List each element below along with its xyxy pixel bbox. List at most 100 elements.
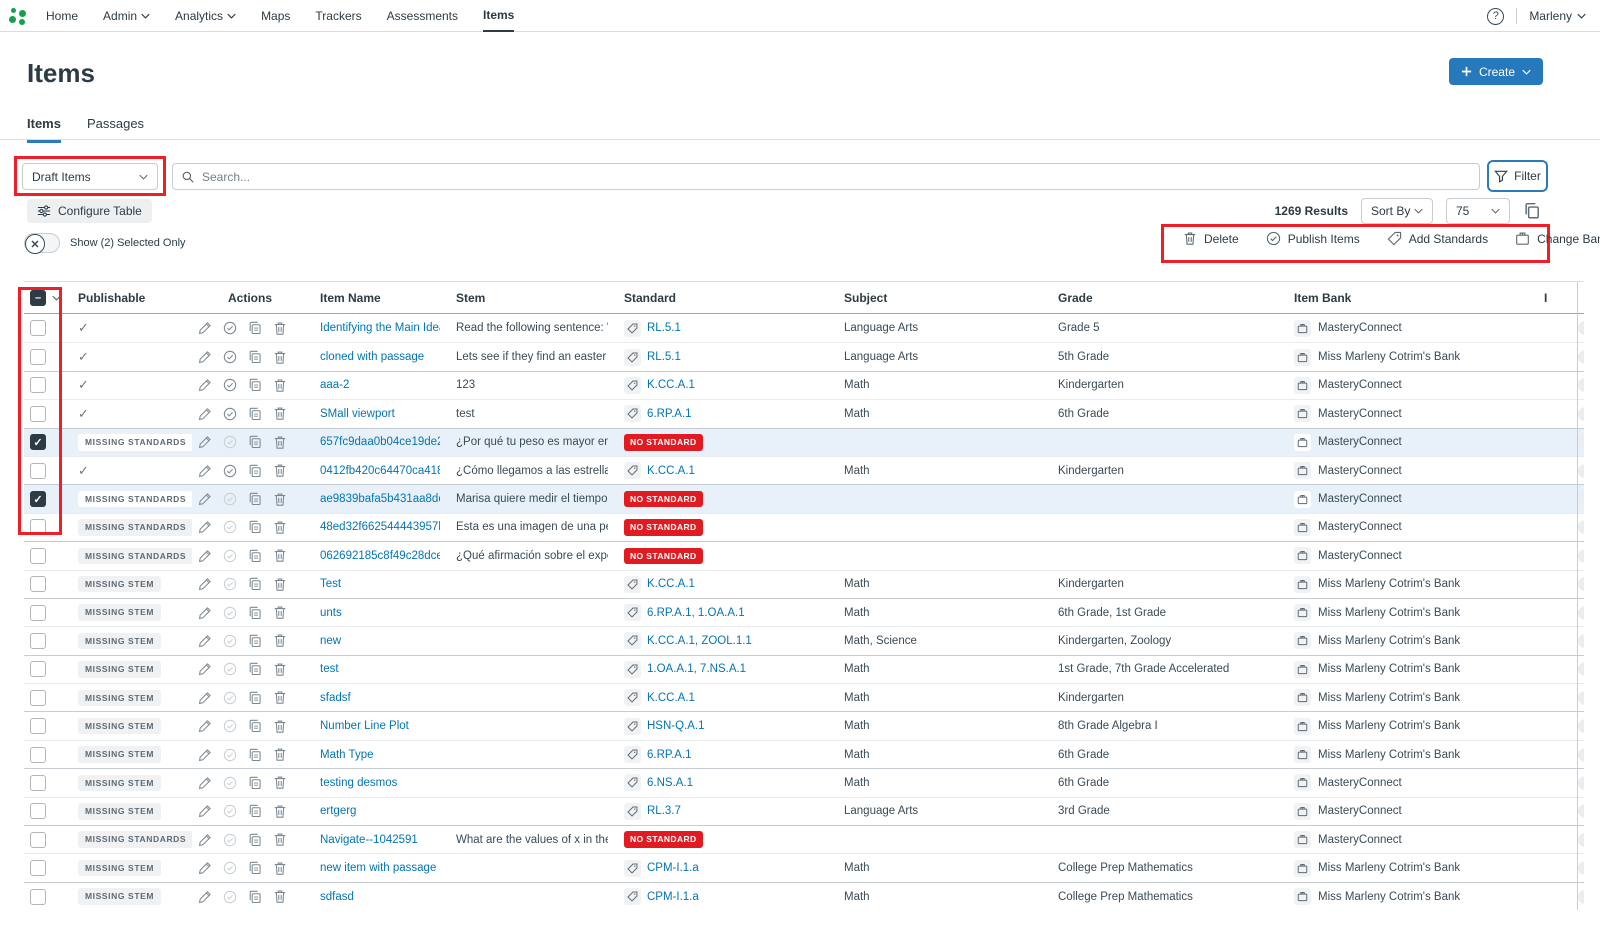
delete-button[interactable]: Delete [1183,231,1239,246]
publish-check-circle-icon[interactable] [223,407,237,421]
trash-icon[interactable] [273,832,287,847]
help-icon[interactable]: ? [1487,8,1504,25]
edit-pencil-icon[interactable] [198,520,212,534]
publish-check-circle-icon[interactable] [223,833,237,847]
row-checkbox[interactable] [30,690,46,706]
nav-item-home[interactable]: Home [46,0,78,32]
trash-icon[interactable] [273,719,287,734]
trash-icon[interactable] [273,520,287,535]
edit-pencil-icon[interactable] [198,776,212,790]
duplicate-icon[interactable] [248,577,262,591]
duplicate-icon[interactable] [248,890,262,904]
item-name-link[interactable]: new [320,635,341,647]
trash-icon[interactable] [273,861,287,876]
publish-check-circle-icon[interactable] [223,890,237,904]
standard-link[interactable]: 1.OA.A.1, 7.NS.A.1 [647,663,746,675]
standard-link[interactable]: CPM-I.1.a [647,891,699,903]
edit-pencil-icon[interactable] [198,748,212,762]
item-name-link[interactable]: Navigate--1042591 [320,834,418,846]
edit-pencil-icon[interactable] [198,719,212,733]
item-name-link[interactable]: ae9839bafa5b431aa8deb9e... [320,493,440,505]
publish-check-circle-icon[interactable] [223,804,237,818]
publish-check-circle-icon[interactable] [223,606,237,620]
nav-item-maps[interactable]: Maps [261,0,290,32]
row-checkbox[interactable] [30,576,46,592]
nav-item-admin[interactable]: Admin [103,0,150,32]
duplicate-icon[interactable] [248,321,262,335]
edit-pencil-icon[interactable] [198,435,212,449]
filter-button[interactable]: Filter [1487,160,1548,192]
row-checkbox[interactable] [30,889,46,905]
trash-icon[interactable] [273,662,287,677]
nav-item-assessments[interactable]: Assessments [387,0,458,32]
item-name-link[interactable]: testing desmos [320,777,397,789]
add-standards-button[interactable]: Add Standards [1387,231,1488,246]
trash-icon[interactable] [273,889,287,904]
item-name-link[interactable]: 657fc9daa0b04ce19de2850... [320,436,440,448]
publish-check-circle-icon[interactable] [223,662,237,676]
item-name-link[interactable]: SMall viewport [320,408,395,420]
item-name-link[interactable]: Identifying the Main Idea [320,322,440,334]
publish-check-circle-icon[interactable] [223,378,237,392]
change-bank-button[interactable]: Change Bank [1515,231,1600,246]
edit-pencil-icon[interactable] [198,350,212,364]
edit-pencil-icon[interactable] [198,804,212,818]
item-name-link[interactable]: Number Line Plot [320,720,409,732]
row-checkbox[interactable] [30,519,46,535]
publish-check-circle-icon[interactable] [223,634,237,648]
duplicate-icon[interactable] [248,861,262,875]
duplicate-icon[interactable] [248,464,262,478]
duplicate-icon[interactable] [248,407,262,421]
row-checkbox[interactable]: ✓ [30,491,46,507]
show-selected-toggle[interactable]: ✕ [24,233,60,253]
item-name-link[interactable]: unts [320,607,342,619]
duplicate-icon[interactable] [248,520,262,534]
trash-icon[interactable] [273,605,287,620]
standard-link[interactable]: CPM-I.1.a [647,862,699,874]
row-checkbox[interactable] [30,803,46,819]
edit-pencil-icon[interactable] [198,606,212,620]
item-name-link[interactable]: sfadsf [320,692,351,704]
standard-link[interactable]: K.CC.A.1, ZOOL.1.1 [647,635,752,647]
item-state-select[interactable]: Draft Items [22,163,158,190]
duplicate-icon[interactable] [248,492,262,506]
trash-icon[interactable] [273,492,287,507]
search-input[interactable] [202,170,1471,184]
publish-check-circle-icon[interactable] [223,321,237,335]
standard-link[interactable]: 6.NS.A.1 [647,777,693,789]
row-checkbox[interactable] [30,605,46,621]
row-checkbox[interactable] [30,832,46,848]
edit-pencil-icon[interactable] [198,492,212,506]
standard-link[interactable]: 6.RP.A.1 [647,408,692,420]
trash-icon[interactable] [273,577,287,592]
trash-icon[interactable] [273,747,287,762]
trash-icon[interactable] [273,548,287,563]
publish-items-button[interactable]: Publish Items [1266,231,1360,246]
row-checkbox[interactable] [30,377,46,393]
duplicate-icon[interactable] [248,662,262,676]
edit-pencil-icon[interactable] [198,833,212,847]
item-name-link[interactable]: sdfasd [320,891,354,903]
standard-link[interactable]: K.CC.A.1 [647,578,695,590]
row-checkbox[interactable] [30,633,46,649]
edit-pencil-icon[interactable] [198,861,212,875]
duplicate-icon[interactable] [248,435,262,449]
trash-icon[interactable] [273,350,287,365]
row-checkbox[interactable] [30,320,46,336]
publish-check-circle-icon[interactable] [223,748,237,762]
standard-link[interactable]: RL.5.1 [647,322,681,334]
row-checkbox[interactable] [30,661,46,677]
row-checkbox[interactable] [30,747,46,763]
duplicate-icon[interactable] [248,378,262,392]
edit-pencil-icon[interactable] [198,890,212,904]
standard-link[interactable]: K.CC.A.1 [647,465,695,477]
nav-item-analytics[interactable]: Analytics [175,0,236,32]
trash-icon[interactable] [273,321,287,336]
duplicate-icon[interactable] [248,833,262,847]
publish-check-circle-icon[interactable] [223,776,237,790]
edit-pencil-icon[interactable] [198,464,212,478]
create-button[interactable]: Create [1449,58,1543,85]
edit-pencil-icon[interactable] [198,691,212,705]
row-checkbox[interactable] [30,406,46,422]
publish-check-circle-icon[interactable] [223,691,237,705]
